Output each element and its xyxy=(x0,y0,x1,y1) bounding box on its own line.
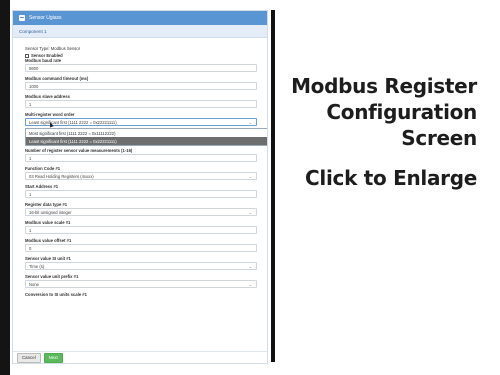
divider-line xyxy=(271,10,275,362)
function-select[interactable]: 03 Read Holding Registers (4xxxx) ⌄ xyxy=(25,172,257,180)
sensor-type-text: Sensor Type: Modbus Sensor xyxy=(25,46,81,51)
offset-label: Modbus value offset #1 xyxy=(25,238,72,243)
offset-input[interactable]: 0 xyxy=(25,244,257,252)
datatype-value: 16-bit unsigned integer xyxy=(29,209,72,215)
dropdown-option[interactable]: Most significant first (1111 2222 = 0x11… xyxy=(26,129,267,137)
baud-value: 9600 xyxy=(29,65,39,71)
caption-title-line: Screen xyxy=(401,126,477,150)
chevron-down-icon: ⌄ xyxy=(248,119,252,125)
function-value: 03 Read Holding Registers (4xxxx) xyxy=(29,173,94,179)
baud-label: Modbus baud rate xyxy=(25,58,62,63)
count-label: Number of register sensor value measurem… xyxy=(25,148,133,153)
dropdown-option-selected[interactable]: Least significant first (1111 2222 = 0x2… xyxy=(26,137,267,145)
address-value: 1 xyxy=(29,101,32,107)
caption-title-line: Modbus Register xyxy=(291,74,477,98)
address-input[interactable]: 1 xyxy=(25,100,257,108)
cancel-button[interactable]: Cancel xyxy=(17,352,41,363)
component-section-label: Component 1 xyxy=(19,28,47,34)
sensor-enabled-checkbox[interactable] xyxy=(25,53,29,58)
address-label: Modbus slave address xyxy=(25,94,70,99)
count-value: 1 xyxy=(29,155,32,161)
chevron-down-icon: ⌄ xyxy=(248,173,252,179)
click-to-enlarge-link[interactable]: Click to Enlarge xyxy=(305,166,477,190)
baud-input[interactable]: 9600 xyxy=(25,64,257,72)
count-input[interactable]: 1 xyxy=(25,154,257,162)
timeout-value: 1000 xyxy=(29,83,39,89)
window-icon xyxy=(19,15,25,21)
datatype-select[interactable]: 16-bit unsigned integer ⌄ xyxy=(25,208,257,216)
function-label: Function Code #1 xyxy=(25,166,61,171)
offset-value: 0 xyxy=(29,245,32,251)
word-order-select[interactable]: Least significant first (1111 2222 = 0x2… xyxy=(25,118,257,126)
prefix-value: None xyxy=(29,281,40,287)
sensor-dialog: Sensor Ugiass Component 1 Sensor Type: M… xyxy=(12,10,268,364)
dialog-titlebar: Sensor Ugiass xyxy=(13,11,267,25)
next-button[interactable]: Next xyxy=(43,352,63,363)
dialog-footer: Cancel Next xyxy=(13,351,267,363)
component-section-header[interactable]: Component 1 xyxy=(13,25,267,38)
scale-input[interactable]: 1 xyxy=(25,226,257,234)
prefix-select[interactable]: None ⌄ xyxy=(25,280,257,288)
chevron-down-icon: ⌄ xyxy=(248,281,252,287)
timeout-input[interactable]: 1000 xyxy=(25,82,257,90)
form-body: Sensor Type: Modbus Sensor Sensor Enable… xyxy=(13,38,267,297)
scale-value: 1 xyxy=(29,227,32,233)
chevron-down-icon: ⌄ xyxy=(248,263,252,269)
caption-title-line: Configuration xyxy=(326,100,477,124)
word-order-value: Least significant first (1111 2222 = 0x2… xyxy=(29,119,117,125)
start-value: 1 xyxy=(29,191,32,197)
si-unit-value: Time (s) xyxy=(29,263,45,269)
si-unit-select[interactable]: Time (s) ⌄ xyxy=(25,262,257,270)
start-label: Start Address #1 xyxy=(25,184,59,189)
si-unit-label: Sensor value SI unit #1 xyxy=(25,256,71,261)
prefix-label: Sensor value unit prefix #1 xyxy=(25,274,79,279)
chevron-down-icon: ⌄ xyxy=(248,209,252,215)
word-order-dropdown: Most significant first (1111 2222 = 0x11… xyxy=(25,128,267,146)
left-edge-strip xyxy=(0,0,10,375)
scale-label: Modbus value scale #1 xyxy=(25,220,71,225)
caption-title: Modbus Register Configuration Screen xyxy=(291,73,477,151)
datatype-label: Register data type #1 xyxy=(25,202,68,207)
timeout-label: Modbus command timeout (ms) xyxy=(25,76,89,81)
start-input[interactable]: 1 xyxy=(25,190,257,198)
word-order-label: Multi-register word order xyxy=(25,112,75,117)
conversion-label: Conversion to SI units scale #1 xyxy=(25,292,87,297)
dialog-title: Sensor Ugiass xyxy=(29,15,62,21)
